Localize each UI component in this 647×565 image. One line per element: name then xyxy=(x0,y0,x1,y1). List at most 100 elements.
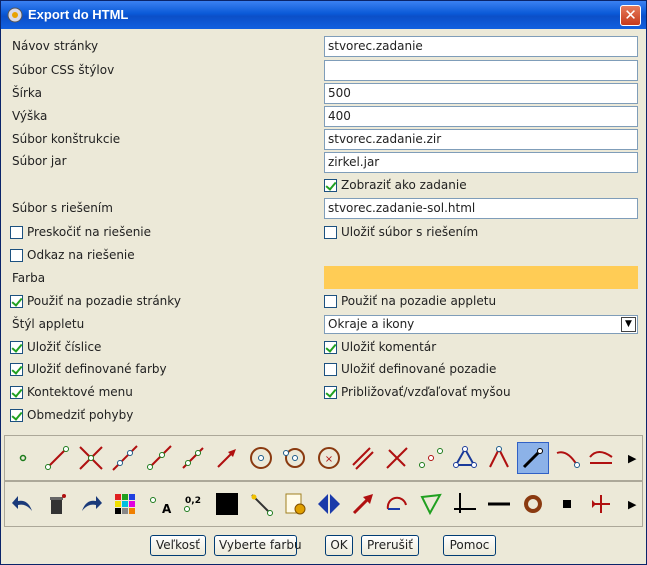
checkbox-box[interactable] xyxy=(10,385,23,399)
arc-tool-button[interactable] xyxy=(551,442,583,474)
save-digits-label: Uložiť číslice xyxy=(27,340,102,354)
arrow-button[interactable] xyxy=(347,488,379,520)
circle-tool-button[interactable] xyxy=(245,442,277,474)
cancel-button[interactable]: Prerušiť xyxy=(361,535,419,556)
show-as-task-checkbox[interactable]: Zobraziť ako zadanie xyxy=(324,177,467,193)
perpendicular-tool-button[interactable] xyxy=(381,442,413,474)
checkbox-box[interactable] xyxy=(324,225,337,239)
construction-file-input[interactable]: stvorec.zadanie.zir xyxy=(324,129,638,150)
segment-tool-button[interactable] xyxy=(41,442,73,474)
number-display-icon: 0,2 xyxy=(184,496,201,512)
vector-tool-button[interactable] xyxy=(211,442,243,474)
checkbox-box[interactable] xyxy=(324,385,337,399)
intersection-tool-button[interactable] xyxy=(75,442,107,474)
skip-solution-checkbox[interactable]: Preskočiť na riešenie xyxy=(10,224,151,240)
coordinate-axes-button[interactable] xyxy=(449,488,481,520)
midpoint-tool-button[interactable] xyxy=(415,442,447,474)
magic-wand-button[interactable] xyxy=(245,488,277,520)
move-icon xyxy=(522,448,543,469)
undo-button[interactable] xyxy=(7,488,39,520)
redo-button[interactable] xyxy=(75,488,107,520)
css-file-input[interactable] xyxy=(324,60,638,81)
height-input[interactable]: 400 xyxy=(324,106,638,127)
help-button[interactable]: Pomoc xyxy=(443,535,496,556)
macro-button[interactable] xyxy=(279,488,311,520)
svg-text:×: × xyxy=(325,454,333,465)
color-swatch[interactable] xyxy=(324,266,638,289)
checkbox-box[interactable] xyxy=(10,294,23,308)
height-label: Výška xyxy=(12,109,48,123)
save-digits-checkbox[interactable]: Uložiť číslice xyxy=(10,339,101,355)
zoom-mouse-checkbox[interactable]: Približovať/vzďaľovať myšou xyxy=(324,384,511,400)
svg-text:A: A xyxy=(162,502,172,516)
checkbox-box[interactable] xyxy=(324,294,337,308)
choose-color-button[interactable]: Vyberte farbu xyxy=(214,535,302,556)
width-label: Šírka xyxy=(12,86,42,100)
css-file-label: Súbor CSS štýlov xyxy=(12,63,115,77)
save-solution-file-label: Uložiť súbor s riešením xyxy=(341,225,479,239)
point-tool-button[interactable] xyxy=(7,442,39,474)
parallel-tool-button[interactable] xyxy=(177,442,209,474)
use-page-bg-checkbox[interactable]: Použiť na pozadie stránky xyxy=(10,293,181,309)
jar-file-label: Súbor jar xyxy=(12,154,67,168)
macro-icon xyxy=(285,493,306,515)
use-applet-bg-checkbox[interactable]: Použiť na pozadie appletu xyxy=(324,293,496,309)
checkbox-box[interactable] xyxy=(10,248,23,262)
ok-button[interactable]: OK xyxy=(325,535,353,556)
save-defined-colors-checkbox[interactable]: Uložiť definované farby xyxy=(10,361,167,377)
circle-ring-icon xyxy=(524,495,542,513)
context-menu-checkbox[interactable]: Kontektové menu xyxy=(10,384,133,400)
link-solution-checkbox[interactable]: Odkaz na riešenie xyxy=(10,247,135,263)
parallel-lines-tool-button[interactable] xyxy=(347,442,379,474)
checkbox-box[interactable] xyxy=(324,178,337,192)
limit-moves-checkbox[interactable]: Obmedziť pohyby xyxy=(10,407,133,423)
transform-button[interactable] xyxy=(585,488,617,520)
small-square-button[interactable] xyxy=(551,488,583,520)
ray-tool-button[interactable] xyxy=(143,442,175,474)
triangle-button[interactable] xyxy=(415,488,447,520)
jar-file-input[interactable]: zirkel.jar xyxy=(324,152,638,173)
dropdown-arrow-icon[interactable]: ▼ xyxy=(621,317,636,332)
undo-icon xyxy=(12,496,32,511)
page-name-input[interactable]: stvorec.zadanie xyxy=(324,36,638,57)
checkbox-box[interactable] xyxy=(10,225,23,239)
circle-ring-button[interactable] xyxy=(517,488,549,520)
line-tool-button[interactable] xyxy=(109,442,141,474)
triangle-icon xyxy=(420,493,442,516)
small-square-icon xyxy=(563,500,571,508)
checkbox-box[interactable] xyxy=(324,362,337,376)
color-palette-button[interactable] xyxy=(109,488,141,520)
line-thickness-button[interactable] xyxy=(483,488,515,520)
title-bar: Export do HTML ✕ xyxy=(1,1,646,29)
circle-two-points-tool-button[interactable] xyxy=(279,442,311,474)
save-defined-bg-checkbox[interactable]: Uložiť definované pozadie xyxy=(324,361,496,377)
circle-fixed-tool-button[interactable]: × xyxy=(313,442,345,474)
angle-tool-button[interactable] xyxy=(483,442,515,474)
applet-style-select[interactable]: Okraje a ikony ▼ xyxy=(324,315,638,334)
save-comment-checkbox[interactable]: Uložiť komentár xyxy=(324,339,436,355)
width-input[interactable]: 500 xyxy=(324,83,638,104)
flip-button[interactable] xyxy=(313,488,345,520)
page-name-label: Návov stránky xyxy=(12,39,99,53)
size-button[interactable]: Veľkosť xyxy=(150,535,206,556)
close-button[interactable]: ✕ xyxy=(620,5,641,26)
black-square-button[interactable] xyxy=(211,488,243,520)
save-defined-colors-label: Uložiť definované farby xyxy=(27,362,167,376)
move-tool-button[interactable] xyxy=(517,442,549,474)
midpoint-icon xyxy=(419,448,443,468)
toolbar-more-icon[interactable]: ▶ xyxy=(628,496,638,514)
checkbox-box[interactable] xyxy=(10,408,23,422)
point-label-button[interactable]: A xyxy=(143,488,175,520)
checkbox-box[interactable] xyxy=(10,340,23,354)
save-solution-file-checkbox[interactable]: Uložiť súbor s riešením xyxy=(324,224,478,240)
redo-icon xyxy=(82,496,102,511)
arc-tool-2-button[interactable] xyxy=(381,488,413,520)
toolbar-more-icon[interactable]: ▶ xyxy=(628,450,638,468)
polygon-tool-button[interactable] xyxy=(449,442,481,474)
solution-file-input[interactable]: stvorec.zadanie-sol.html xyxy=(324,198,638,219)
delete-button[interactable] xyxy=(41,488,73,520)
checkbox-box[interactable] xyxy=(10,362,23,376)
function-tool-button[interactable] xyxy=(585,442,617,474)
checkbox-box[interactable] xyxy=(324,340,337,354)
number-display-button[interactable]: 0,2 xyxy=(177,488,209,520)
